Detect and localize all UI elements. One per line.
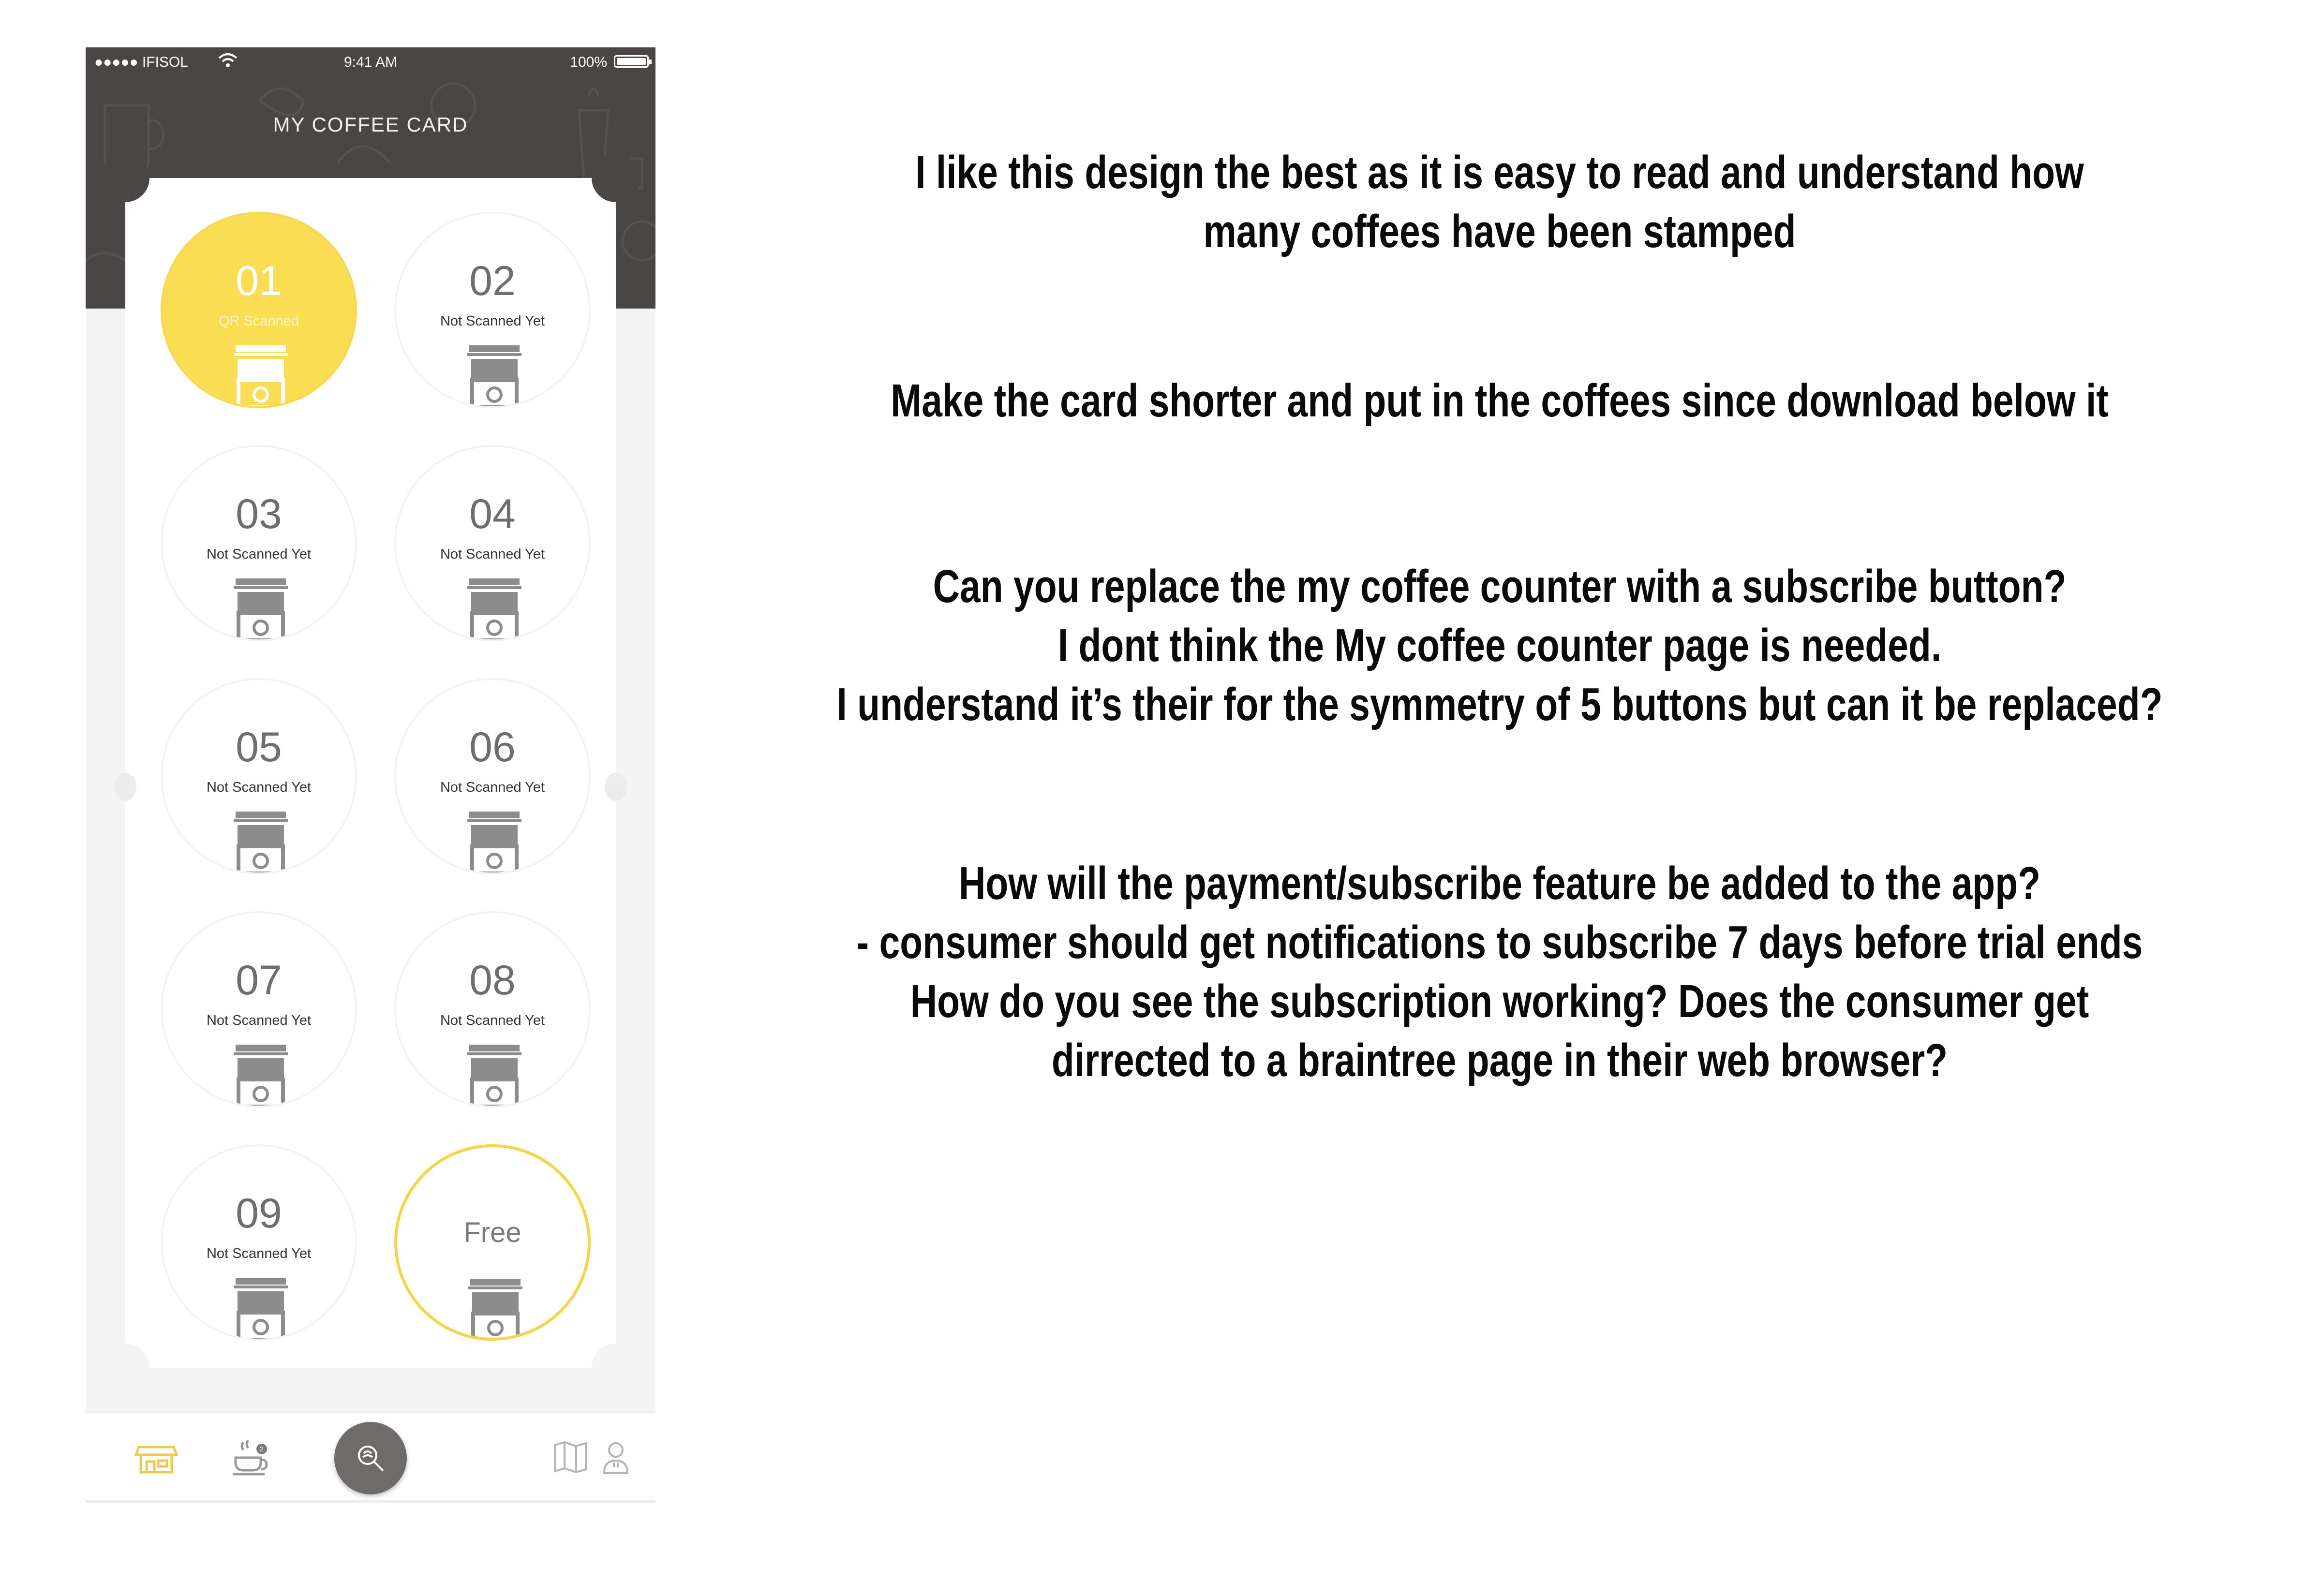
stamp-slot-09[interactable]: 09 Not Scanned Yet — [161, 1144, 357, 1341]
battery-percent: 100% — [570, 54, 607, 70]
tab-store[interactable] — [132, 1433, 180, 1481]
status-bar: ●●●●● IFISOL 9:41 AM 100% — [86, 47, 655, 78]
stamp-number: 04 — [469, 491, 516, 537]
stamp-status: Not Scanned Yet — [206, 547, 312, 562]
note-4: How will the payment/subscribe feature b… — [697, 854, 2303, 1090]
tab-profile[interactable] — [592, 1433, 640, 1481]
stamp-slot-05[interactable]: 05 Not Scanned Yet — [161, 678, 357, 874]
coffee-cup-icon — [468, 1279, 522, 1338]
note-line: How will the payment/subscribe feature b… — [958, 857, 2041, 909]
note-1: I like this design the best as it is eas… — [697, 143, 2303, 261]
coffee-cup-icon — [467, 345, 521, 406]
stamp-status: QR Scanned — [218, 313, 299, 329]
coffee-cup-icon — [234, 1045, 288, 1106]
card-corner-notch — [592, 1344, 640, 1392]
note-line: many coffees have been stamped — [1203, 206, 1796, 257]
note-line: - consumer should get notifications to s… — [856, 916, 2143, 968]
map-icon — [554, 1441, 587, 1474]
stamp-status: Not Scanned Yet — [440, 1013, 545, 1028]
coffee-cup-icon — [234, 578, 288, 639]
stamp-status: Not Scanned Yet — [440, 780, 545, 795]
note-line: dirrected to a braintree page in their w… — [1051, 1034, 1948, 1086]
stamp-status: Not Scanned Yet — [206, 780, 312, 795]
stamp-status: Not Scanned Yet — [440, 547, 545, 562]
note-3: Can you replace the my coffee counter wi… — [697, 557, 2303, 734]
note-line: How do you see the subscription working?… — [910, 975, 2089, 1027]
card-corner-notch — [101, 154, 149, 202]
card-side-notch — [605, 773, 627, 801]
stamp-number: 03 — [236, 491, 282, 537]
coffee-cup-icon — [234, 812, 288, 872]
stamp-slot-02[interactable]: 02 Not Scanned Yet — [394, 212, 591, 408]
stamp-slot-08[interactable]: 08 Not Scanned Yet — [394, 911, 591, 1108]
note-line: Make the card shorter and put in the cof… — [891, 375, 2109, 427]
card-corner-notch — [101, 1344, 149, 1392]
tab-map[interactable] — [546, 1433, 595, 1481]
card-side-notch — [114, 773, 136, 801]
coffee-cup-icon — [467, 578, 521, 639]
stamp-slot-03[interactable]: 03 Not Scanned Yet — [161, 445, 357, 641]
stamp-slot-01[interactable]: 01 QR Scanned — [161, 212, 357, 408]
phone-mockup: ●●●●● IFISOL 9:41 AM 100% MY COFFEE CARD… — [86, 47, 655, 1503]
stamp-slot-04[interactable]: 04 Not Scanned Yet — [394, 445, 591, 641]
page-title: MY COFFEE CARD — [273, 113, 468, 136]
store-icon — [134, 1446, 179, 1474]
card-corner-notch — [592, 154, 640, 202]
stamp-number: 06 — [469, 724, 516, 770]
stamp-number: 09 — [236, 1190, 282, 1237]
free-stamp[interactable]: Free — [394, 1144, 591, 1341]
coffee-cup-icon — [467, 1045, 521, 1106]
stamp-number: 08 — [469, 957, 516, 1004]
coffee-cup-icon: 2 — [233, 1439, 268, 1476]
stamp-status: Not Scanned Yet — [440, 313, 545, 329]
battery-icon — [614, 55, 652, 68]
note-line: Can you replace the my coffee counter wi… — [933, 561, 2067, 612]
stamp-number: 01 — [236, 258, 282, 304]
coffee-count-badge: 2 — [260, 1445, 264, 1453]
scan-button[interactable] — [334, 1422, 407, 1494]
coffee-cup-icon — [234, 345, 288, 406]
stamp-number: Free — [463, 1217, 521, 1248]
tab-coffee-counter[interactable]: 2 — [226, 1433, 274, 1481]
stamp-number: 05 — [236, 724, 282, 770]
qr-scan-icon — [358, 1446, 384, 1472]
tab-bar: 2 — [86, 1411, 655, 1502]
stamp-status: Not Scanned Yet — [206, 1013, 312, 1028]
stamp-slot-07[interactable]: 07 Not Scanned Yet — [161, 911, 357, 1108]
stamp-number: 02 — [469, 258, 516, 304]
profile-icon — [603, 1442, 629, 1474]
stamp-number: 07 — [236, 957, 282, 1004]
stamp-slot-06[interactable]: 06 Not Scanned Yet — [394, 678, 591, 874]
note-line: I understand it’s their for the symmetry… — [836, 679, 2163, 730]
coffee-cup-icon — [467, 812, 521, 872]
note-line: I like this design the best as it is eas… — [915, 147, 2084, 198]
note-line: I dont think the My coffee counter page … — [1057, 620, 1942, 671]
note-2: Make the card shorter and put in the cof… — [697, 371, 2303, 430]
stamp-status: Not Scanned Yet — [206, 1246, 312, 1261]
coffee-cup-icon — [234, 1278, 288, 1339]
